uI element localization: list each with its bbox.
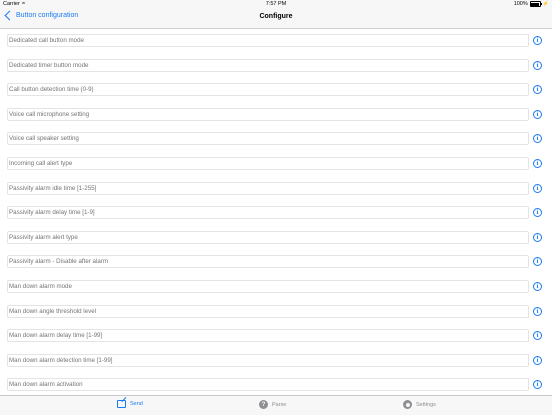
info-icon[interactable]: i	[533, 85, 542, 95]
man-down-alarm-delay-time-field[interactable]	[7, 329, 529, 343]
battery-icon	[529, 1, 542, 7]
tab-send[interactable]: Send	[117, 400, 143, 408]
settings-row: i	[0, 348, 552, 373]
settings-row: i	[0, 323, 552, 348]
man-down-alarm-mode-field[interactable]	[7, 279, 529, 293]
info-icon[interactable]: i	[533, 306, 542, 316]
info-icon[interactable]: i	[533, 158, 542, 168]
gear-icon	[403, 400, 412, 409]
navigation-bar: Button configuration Configure	[0, 9, 552, 29]
page-title: Configure	[259, 13, 293, 20]
battery-indicator: 100% ⚡	[514, 1, 549, 7]
info-icon[interactable]: i	[533, 331, 542, 341]
status-time: 7:57 PM	[265, 1, 287, 7]
info-icon[interactable]: i	[533, 183, 542, 193]
settings-row: i	[0, 102, 552, 127]
passivity-alarm-idle-time-field[interactable]	[7, 181, 529, 195]
dedicated-call-button-mode-field[interactable]	[7, 34, 529, 47]
compose-icon	[117, 400, 126, 408]
settings-row: i	[0, 126, 552, 151]
charging-icon: ⚡	[542, 1, 549, 7]
status-bar: Carrier ≈ 7:57 PM 100% ⚡	[0, 0, 552, 9]
tab-settings-label: Settings	[416, 401, 436, 408]
battery-percent: 100%	[513, 1, 528, 7]
settings-row: i	[0, 372, 552, 397]
man-down-alarm-detection-time-field[interactable]	[7, 353, 529, 367]
settings-row: i	[0, 274, 552, 299]
settings-row: i	[0, 249, 552, 274]
question-circle-icon: ?	[259, 400, 268, 409]
settings-row: i	[0, 151, 552, 176]
settings-row: i	[0, 200, 552, 225]
settings-row: i	[0, 299, 552, 324]
passivity-alarm-disable-after-alarm-field[interactable]	[7, 255, 529, 269]
info-icon[interactable]: i	[533, 36, 542, 45]
info-icon[interactable]: i	[533, 355, 542, 365]
info-icon[interactable]: i	[533, 257, 542, 267]
man-down-alarm-activation-field[interactable]	[7, 378, 529, 392]
voice-call-microphone-setting-field[interactable]	[7, 107, 529, 121]
settings-row: i	[0, 77, 552, 102]
settings-row: i	[0, 176, 552, 201]
incoming-call-alert-type-field[interactable]	[7, 156, 529, 170]
passivity-alarm-alert-type-field[interactable]	[7, 230, 529, 244]
info-icon[interactable]: i	[533, 109, 542, 119]
tab-bar: Send ? Parse Settings	[0, 395, 552, 415]
settings-row: i	[0, 28, 552, 53]
dedicated-timer-button-mode-field[interactable]	[7, 58, 529, 72]
info-icon[interactable]: i	[533, 60, 542, 70]
tab-send-label: Send	[130, 401, 143, 407]
info-icon[interactable]: i	[533, 281, 542, 291]
settings-list: i i i i i i i i i i i i	[0, 28, 552, 397]
info-icon[interactable]: i	[533, 380, 542, 390]
settings-row: i	[0, 225, 552, 250]
tab-parse-label: Parse	[272, 401, 287, 408]
passivity-alarm-delay-time-field[interactable]	[7, 206, 529, 220]
voice-call-speaker-setting-field[interactable]	[7, 132, 529, 146]
tab-parse[interactable]: ? Parse	[259, 400, 286, 409]
tab-settings[interactable]: Settings	[403, 400, 436, 409]
info-icon[interactable]: i	[533, 232, 542, 242]
man-down-angle-threshold-level-field[interactable]	[7, 304, 529, 318]
info-icon[interactable]: i	[533, 208, 542, 218]
call-button-detection-time-field[interactable]	[7, 83, 529, 97]
settings-row: i	[0, 53, 552, 78]
info-icon[interactable]: i	[533, 134, 542, 144]
